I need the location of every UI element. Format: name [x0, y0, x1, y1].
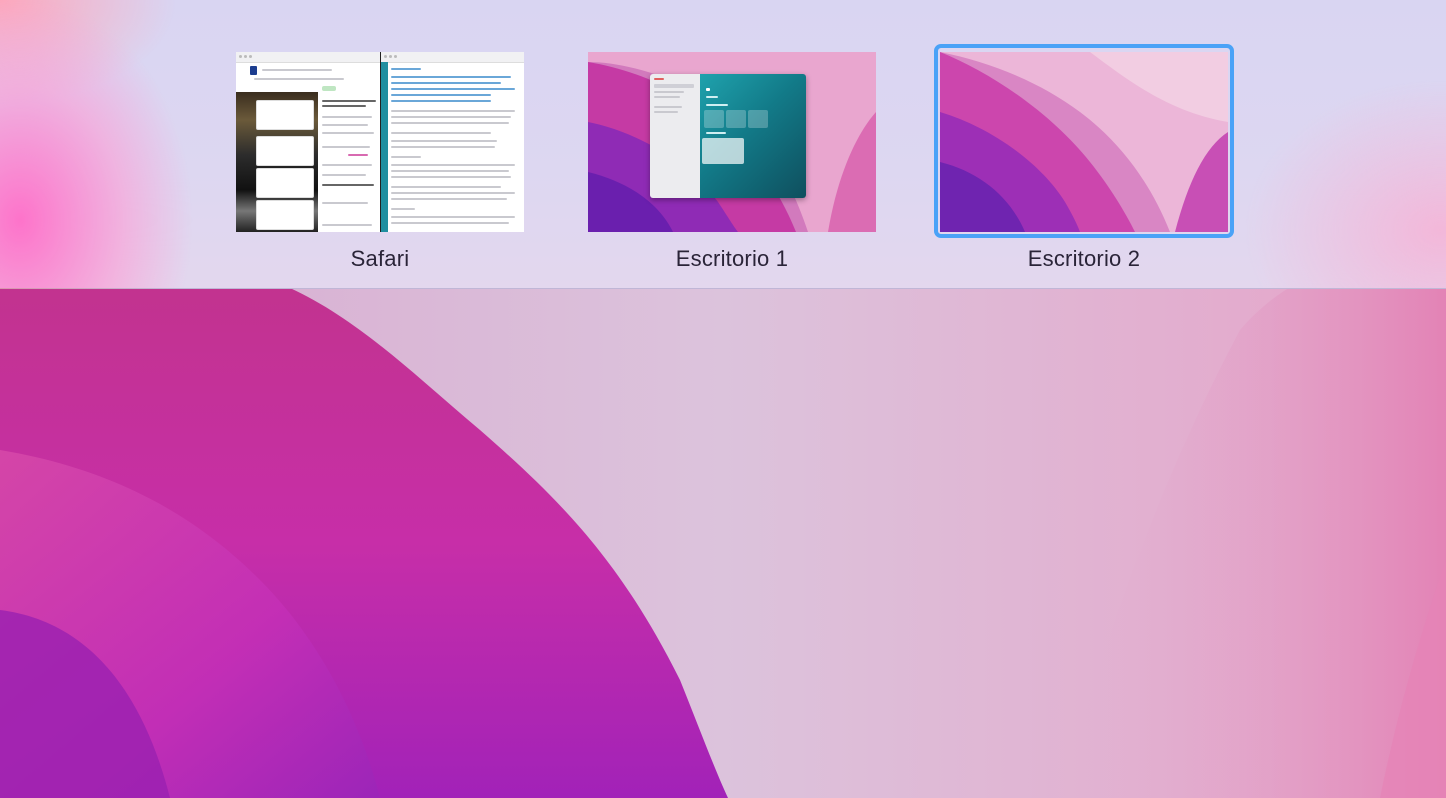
safari-window-left	[236, 52, 382, 232]
space-thumbnail-desktop-2[interactable]	[940, 52, 1228, 232]
mission-control-spaces-bar: Safari Escritorio 1 Escritorio 2	[0, 0, 1446, 289]
space-label: Escritorio 1	[675, 246, 789, 271]
space-desktop-1[interactable]: Escritorio 1	[588, 52, 876, 271]
desktop-2-wallpaper-thumbnail	[940, 52, 1228, 232]
space-desktop-2[interactable]: Escritorio 2	[934, 44, 1234, 271]
safari-window-right	[381, 52, 524, 232]
desktop-1-window-preview	[650, 74, 806, 198]
space-label: Escritorio 2	[1027, 246, 1141, 271]
space-label: Safari	[350, 246, 410, 271]
space-thumbnail-desktop-1[interactable]	[588, 52, 876, 232]
space-safari[interactable]: Safari	[236, 52, 524, 271]
space-thumbnail-safari[interactable]	[236, 52, 524, 232]
